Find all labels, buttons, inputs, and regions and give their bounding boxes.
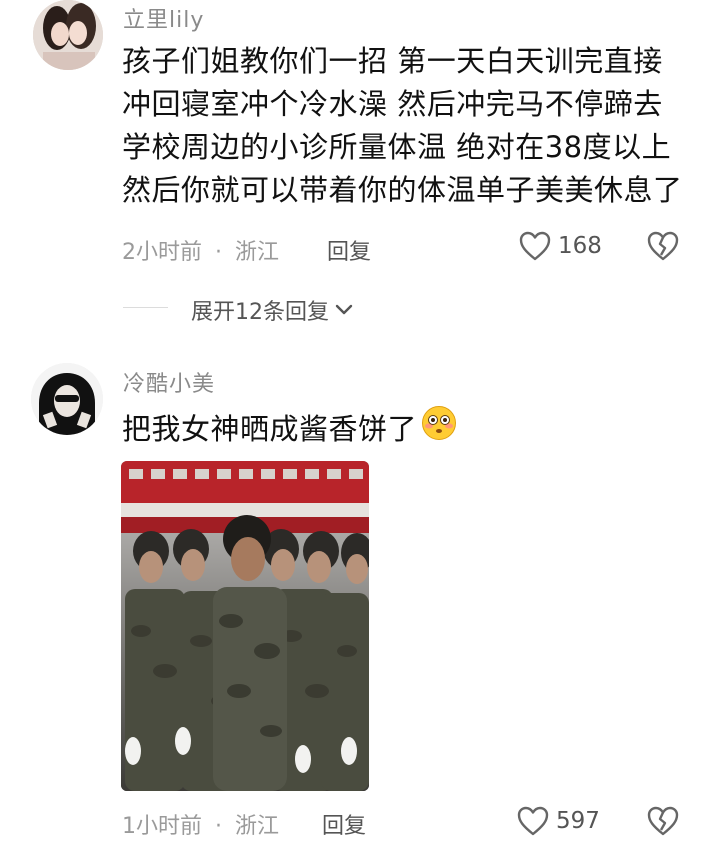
broken-heart-icon <box>647 806 679 836</box>
flushed-emoji-icon <box>421 405 457 453</box>
like-count: 168 <box>558 233 602 259</box>
heart-outline-icon <box>519 231 551 261</box>
comment-location: 浙江 <box>235 240 280 265</box>
like-button[interactable] <box>517 806 549 836</box>
comment-username[interactable]: 冷酷小美 <box>123 366 215 398</box>
broken-heart-icon <box>647 231 679 261</box>
reply-button[interactable]: 回复 <box>327 234 371 266</box>
comment-time: 1小时前 <box>122 814 202 839</box>
comment-line: 冲回寝室冲个冷水澡 然后冲完马不停蹄去 <box>122 87 663 121</box>
dislike-button[interactable] <box>647 231 679 261</box>
expand-replies-button[interactable]: 展开12条回复 <box>191 294 353 326</box>
comment-text: 把我女神晒成酱香饼了 <box>122 405 457 453</box>
expand-replies-label: 展开12条回复 <box>191 300 329 325</box>
avatar[interactable] <box>33 0 103 70</box>
comment-time: 2小时前 <box>122 240 202 265</box>
comment-line: 然后你就可以带着你的体温单子美美休息了 <box>122 173 683 207</box>
comment-line: 把我女神晒成酱香饼了 <box>122 411 418 446</box>
comment-text: 孩子们姐教你们一招 第一天白天训完直接 冲回寝室冲个冷水澡 然后冲完马不停蹄去 … <box>122 40 683 212</box>
avatar[interactable] <box>31 363 103 435</box>
like-count: 597 <box>556 808 600 834</box>
comment-meta: 1小时前 · 浙江 <box>122 808 279 840</box>
meta-separator: · <box>215 240 222 265</box>
comment-location: 浙江 <box>235 814 280 839</box>
comment-meta: 2小时前 · 浙江 <box>122 234 279 266</box>
comment-line: 学校周边的小诊所量体温 绝对在38度以上 <box>122 130 672 164</box>
comment-line: 孩子们姐教你们一招 第一天白天训完直接 <box>122 44 663 78</box>
dislike-button[interactable] <box>647 806 679 836</box>
heart-outline-icon <box>517 806 549 836</box>
comment-image[interactable] <box>121 461 369 791</box>
meta-separator: · <box>215 814 222 839</box>
chevron-down-icon <box>335 304 353 316</box>
reply-button[interactable]: 回复 <box>322 808 366 840</box>
comment-username[interactable]: 立里lily <box>123 2 204 34</box>
like-button[interactable] <box>519 231 551 261</box>
replies-divider <box>123 307 168 308</box>
